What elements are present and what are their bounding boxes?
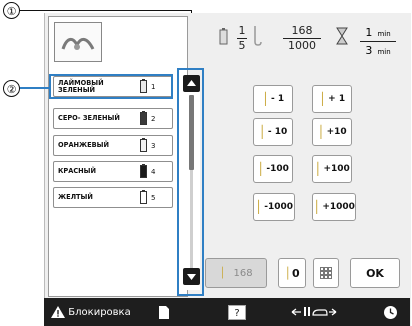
progress-row: 1 5 168 1000 1 min 3 min — [215, 20, 403, 57]
stitch-current: 168 — [291, 24, 313, 37]
svg-text:?: ? — [234, 308, 239, 319]
clock-button[interactable] — [378, 298, 402, 326]
scrollbar-highlight — [177, 68, 204, 296]
callout-1-line — [20, 10, 192, 11]
thread-number: 2 — [151, 114, 156, 123]
plus-100-button[interactable]: │ +100 — [312, 155, 352, 183]
plus-1000-button[interactable]: │ +1000 — [312, 193, 356, 221]
thread-spool-icon — [140, 138, 147, 152]
thread-name: КРАСНЫЙ — [58, 167, 97, 175]
thread-name: ЖЕЛТЫЙ — [58, 193, 93, 201]
stitch-total: 1000 — [288, 39, 316, 52]
minus-100-button[interactable]: │ -100 — [253, 155, 293, 183]
presser-foot-button[interactable] — [289, 298, 339, 326]
ok-button[interactable]: OK — [350, 258, 400, 288]
thread-name: ОРАНЖЕВЫЙ — [58, 141, 110, 149]
clock-icon — [383, 305, 397, 319]
thread-number: 4 — [151, 167, 156, 176]
thread-name: СЕРО- ЗЕЛЕНЫЙ — [58, 114, 120, 122]
time-unit-bottom: min — [377, 48, 391, 56]
help-icon: ? — [228, 304, 246, 320]
thread-item-2[interactable]: СЕРО- ЗЕЛЕНЫЙ 2 — [53, 108, 173, 129]
pattern-preview — [54, 22, 102, 62]
callout-2: ② — [3, 80, 20, 97]
thread-item-4[interactable]: КРАСНЫЙ 4 — [53, 161, 173, 182]
spool-icon — [219, 28, 228, 45]
needle-icon — [254, 26, 262, 46]
grid-view-button[interactable] — [313, 258, 339, 288]
minus-1-button[interactable]: │ - 1 — [253, 85, 293, 113]
color-current: 1 — [238, 24, 246, 37]
hourglass-icon — [336, 27, 348, 45]
warning-icon — [51, 306, 66, 318]
needle-icon: │ — [219, 267, 226, 279]
thread-item-3[interactable]: ОРАНЖЕВЫЙ 3 — [53, 135, 173, 156]
needle-icon: │ — [257, 162, 265, 176]
document-icon — [159, 305, 169, 319]
needle-icon: │ — [258, 125, 266, 139]
thread-spool-icon — [140, 164, 147, 178]
plus-10-button[interactable]: │ +10 — [312, 118, 352, 146]
callout-2-pointer — [20, 87, 49, 89]
color-total: 5 — [238, 39, 246, 52]
minus-1000-button[interactable]: │ -1000 — [253, 193, 295, 221]
callout-1: ① — [3, 2, 20, 19]
time-unit-top: min — [377, 30, 391, 38]
help-button[interactable]: ? — [224, 298, 250, 326]
needle-icon: │ — [313, 200, 321, 214]
taskbar: Блокировка ? — [44, 298, 410, 326]
needle-icon: │ — [254, 200, 263, 214]
needle-icon: │ — [284, 266, 291, 280]
needle-icon: │ — [261, 92, 270, 106]
thread-number: 3 — [151, 141, 156, 150]
stitch-count-display: │ 168 — [205, 258, 267, 288]
presser-foot-icon — [291, 307, 337, 316]
lock-label: Блокировка — [68, 306, 131, 318]
document-button[interactable] — [154, 298, 174, 326]
time-current: 1 — [365, 26, 373, 39]
minus-10-button[interactable]: │ - 10 — [253, 118, 293, 146]
reset-zero-button[interactable]: │ 0 — [278, 258, 306, 288]
time-total: 3 — [365, 44, 373, 57]
current-thread-highlight — [49, 74, 173, 99]
grid-icon — [320, 267, 332, 279]
needle-icon: │ — [318, 92, 327, 106]
thread-number: 5 — [151, 193, 156, 202]
thread-item-5[interactable]: ЖЕЛТЫЙ 5 — [53, 187, 173, 208]
needle-icon: │ — [314, 162, 322, 176]
thread-spool-icon — [140, 190, 147, 204]
thread-spool-icon — [140, 111, 147, 125]
plus-1-button[interactable]: │ + 1 — [312, 85, 352, 113]
needle-icon: │ — [317, 125, 325, 139]
lock-button[interactable]: Блокировка — [48, 298, 134, 326]
